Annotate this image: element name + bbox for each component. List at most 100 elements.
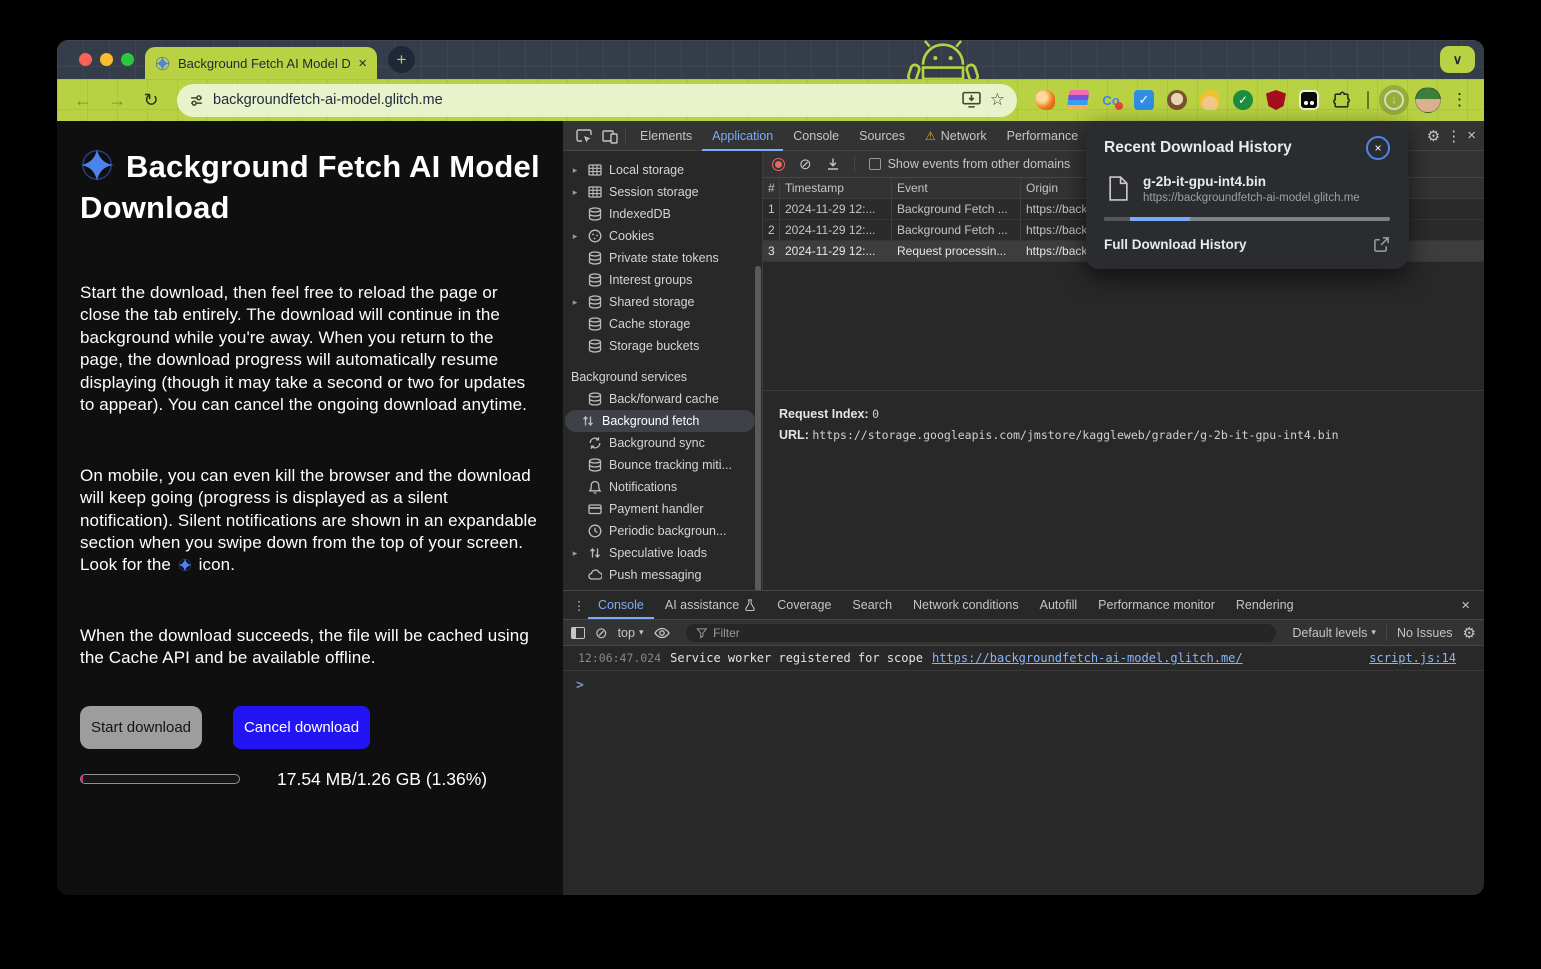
- site-settings-tune-icon[interactable]: [189, 93, 204, 108]
- sidebar-item-indexeddb[interactable]: IndexedDB: [563, 203, 762, 225]
- window-maximize-button[interactable]: [121, 53, 134, 66]
- context-selector[interactable]: top▾: [618, 626, 644, 640]
- drawer-tab-performance-monitor[interactable]: Performance monitor: [1088, 591, 1225, 619]
- drawer-tab-console[interactable]: Console: [588, 591, 654, 619]
- expand-caret-icon[interactable]: ▸: [570, 187, 580, 198]
- live-expression-eye-icon[interactable]: [654, 627, 670, 639]
- console-sidebar-toggle-icon[interactable]: [571, 627, 585, 639]
- tab-sources[interactable]: Sources: [849, 121, 915, 151]
- inspect-element-icon[interactable]: [571, 123, 597, 149]
- extension-fox-icon[interactable]: [1035, 90, 1055, 110]
- url-bar[interactable]: backgroundfetch-ai-model.glitch.me ☆: [177, 84, 1017, 117]
- col-num[interactable]: #: [763, 178, 780, 198]
- issues-counter[interactable]: No Issues: [1397, 626, 1453, 640]
- drawer-close-icon[interactable]: ×: [1461, 597, 1476, 614]
- tab-network[interactable]: ⚠Network: [915, 121, 997, 151]
- new-tab-button[interactable]: +: [388, 46, 415, 73]
- reload-button[interactable]: ↻: [137, 86, 165, 114]
- install-app-icon[interactable]: [962, 91, 981, 109]
- sidebar-item-local-storage[interactable]: ▸Local storage: [563, 159, 762, 181]
- console-prompt[interactable]: >: [563, 671, 1484, 693]
- expand-caret-icon[interactable]: ▸: [570, 231, 580, 242]
- log-levels-selector[interactable]: Default levels▾: [1292, 626, 1376, 640]
- extension-dark-square-icon[interactable]: [1299, 90, 1319, 110]
- show-events-checkbox[interactable]: Show events from other domains: [869, 157, 1071, 171]
- devtools-close-icon[interactable]: ×: [1467, 127, 1476, 144]
- tab-close-icon[interactable]: ×: [358, 56, 367, 71]
- drawer-tab-coverage[interactable]: Coverage: [767, 591, 841, 619]
- extension-stripes-icon[interactable]: [1067, 90, 1090, 110]
- url-text[interactable]: backgroundfetch-ai-model.glitch.me: [213, 92, 953, 108]
- sidebar-scrollbar-thumb[interactable]: [755, 266, 761, 590]
- expand-caret-icon[interactable]: ▸: [570, 548, 580, 559]
- popup-close-icon[interactable]: ×: [1366, 136, 1390, 160]
- sidebar-item-speculative-loads[interactable]: ▸Speculative loads: [563, 542, 762, 564]
- sidebar-item-session-storage[interactable]: ▸Session storage: [563, 181, 762, 203]
- expand-caret-icon[interactable]: ▸: [570, 165, 580, 176]
- chrome-menu-icon[interactable]: ⋮: [1447, 90, 1472, 110]
- drawer-tab-ai-assistance[interactable]: AI assistance: [655, 591, 766, 619]
- download-filename[interactable]: g-2b-it-gpu-int4.bin: [1143, 174, 1360, 189]
- sidebar-item-shared-storage[interactable]: ▸Shared storage: [563, 291, 762, 313]
- extension-blue-check-icon[interactable]: ✓: [1134, 90, 1154, 110]
- clear-events-icon[interactable]: ⊘: [799, 155, 812, 173]
- browser-tab[interactable]: Background Fetch AI Model D ×: [145, 47, 377, 79]
- sidebar-item-push-messaging[interactable]: Push messaging: [563, 564, 762, 586]
- sidebar-item-private-state-tokens[interactable]: Private state tokens: [563, 247, 762, 269]
- downloads-button-active[interactable]: ↓: [1379, 85, 1409, 115]
- log-scope-link[interactable]: https://backgroundfetch-ai-model.glitch.…: [932, 651, 1243, 665]
- download-progress-text: 17.54 MB/1.26 GB (1.36%): [277, 769, 487, 790]
- window-minimize-button[interactable]: [100, 53, 113, 66]
- sidebar-item-back-forward-cache[interactable]: Back/forward cache: [563, 388, 762, 410]
- sidebar-item-cookies[interactable]: ▸Cookies: [563, 225, 762, 247]
- window-close-button[interactable]: [79, 53, 92, 66]
- tab-application[interactable]: Application: [702, 121, 783, 151]
- drawer-tab-rendering[interactable]: Rendering: [1226, 591, 1304, 619]
- forward-button[interactable]: →: [103, 86, 131, 114]
- sidebar-item-notifications[interactable]: Notifications: [563, 476, 762, 498]
- sidebar-item-cache-storage[interactable]: Cache storage: [563, 313, 762, 335]
- log-source-link[interactable]: script.js:14: [1369, 651, 1456, 665]
- tab-search-chevron-button[interactable]: ∨: [1440, 46, 1475, 73]
- sidebar-item-background-sync[interactable]: Background sync: [563, 432, 762, 454]
- col-timestamp[interactable]: Timestamp: [780, 178, 892, 198]
- sidebar-item-payment-handler[interactable]: Payment handler: [563, 498, 762, 520]
- extensions-puzzle-icon[interactable]: [1332, 91, 1351, 110]
- sidebar-item-bounce-tracking[interactable]: Bounce tracking miti...: [563, 454, 762, 476]
- extension-shield-icon[interactable]: [1266, 90, 1286, 110]
- col-event[interactable]: Event: [892, 178, 1021, 198]
- download-item[interactable]: g-2b-it-gpu-int4.bin https://backgroundf…: [1104, 174, 1390, 204]
- bookmark-star-icon[interactable]: ☆: [990, 90, 1005, 110]
- console-settings-gear-icon[interactable]: ⚙: [1463, 624, 1476, 642]
- sidebar-item-periodic-background-sync[interactable]: Periodic backgroun...: [563, 520, 762, 542]
- record-events-button[interactable]: [772, 158, 785, 171]
- extension-monkey-icon[interactable]: [1167, 90, 1187, 110]
- full-download-history-row[interactable]: Full Download History: [1104, 236, 1390, 253]
- cancel-download-button[interactable]: Cancel download: [233, 706, 370, 749]
- extension-green-check-icon[interactable]: ✓: [1233, 90, 1253, 110]
- save-events-icon[interactable]: [826, 157, 840, 171]
- device-toolbar-icon[interactable]: [597, 123, 623, 149]
- clear-console-icon[interactable]: ⊘: [595, 624, 608, 642]
- sidebar-item-interest-groups[interactable]: Interest groups: [563, 269, 762, 291]
- console-filter[interactable]: [686, 624, 1277, 642]
- start-download-button[interactable]: Start download: [80, 706, 202, 749]
- sidebar-item-storage-buckets[interactable]: Storage buckets: [563, 335, 762, 357]
- tab-console[interactable]: Console: [783, 121, 849, 151]
- back-button[interactable]: ←: [69, 86, 97, 114]
- console-filter-input[interactable]: [713, 626, 1266, 640]
- drawer-tab-autofill[interactable]: Autofill: [1030, 591, 1088, 619]
- checkbox-icon[interactable]: [869, 158, 881, 170]
- tab-performance[interactable]: Performance: [997, 121, 1089, 151]
- devtools-more-menu-icon[interactable]: ⋮: [1446, 127, 1461, 145]
- drawer-tab-search[interactable]: Search: [842, 591, 902, 619]
- extension-co-icon[interactable]: Co: [1101, 90, 1121, 110]
- extension-worker-icon[interactable]: [1200, 90, 1220, 110]
- drawer-tab-network-conditions[interactable]: Network conditions: [903, 591, 1029, 619]
- expand-caret-icon[interactable]: ▸: [570, 297, 580, 308]
- drawer-more-tabs-icon[interactable]: ⋮: [571, 592, 587, 618]
- profile-avatar[interactable]: [1415, 87, 1441, 113]
- devtools-settings-gear-icon[interactable]: ⚙: [1427, 127, 1440, 145]
- sidebar-item-background-fetch[interactable]: Background fetch: [565, 410, 755, 432]
- tab-elements[interactable]: Elements: [630, 121, 702, 151]
